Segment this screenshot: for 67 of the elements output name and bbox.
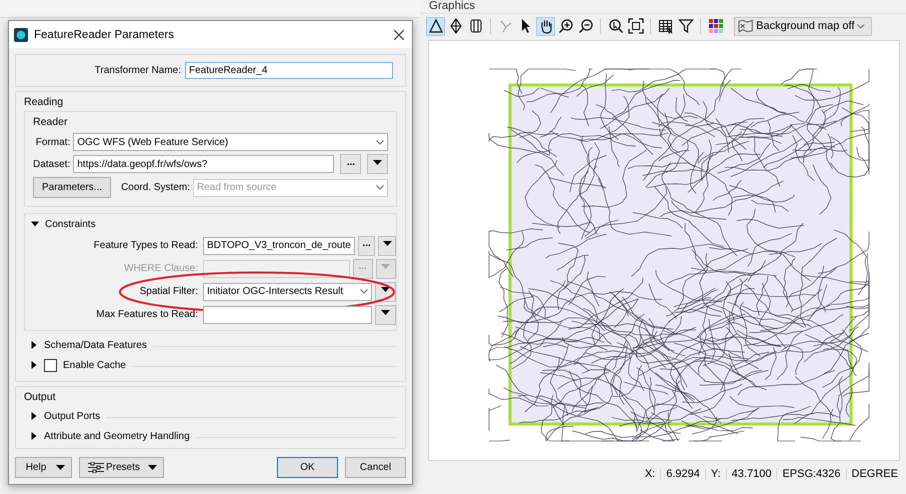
cancel-button[interactable]: Cancel: [345, 457, 406, 478]
close-icon[interactable]: [394, 30, 404, 40]
section-title: Constraints: [45, 218, 96, 230]
app-icon: [14, 28, 28, 42]
map-icon: [738, 19, 754, 33]
x-label: X:: [640, 468, 662, 480]
checkbox[interactable]: [44, 358, 57, 372]
group-title: Output: [24, 390, 56, 405]
caret-icon: [56, 465, 65, 470]
field-label: Transformer Name:: [94, 65, 181, 76]
units-label: DEGREE: [850, 468, 899, 480]
dataset-field[interactable]: https://data.geopf.fr/wfs/ows?: [73, 155, 334, 173]
expanded-triangle-icon[interactable]: [31, 220, 39, 228]
browse-button[interactable]: ...: [358, 236, 376, 256]
collapsed-triangle-icon[interactable]: [30, 361, 38, 369]
y-label: Y:: [706, 468, 727, 480]
help-button[interactable]: Help: [15, 457, 72, 478]
dropdown-arrow-icon: [373, 160, 382, 164]
x-coordinate: 6.9294: [661, 468, 706, 480]
triangle-icon[interactable]: [426, 16, 445, 36]
caret-icon: [148, 465, 157, 470]
ok-button[interactable]: OK: [277, 457, 338, 478]
field-label: WHERE Clause:: [123, 263, 199, 274]
sliders-icon: [88, 462, 104, 473]
field-label: Dataset:: [33, 158, 70, 170]
hand-icon[interactable]: [536, 16, 555, 36]
collapsed-triangle-icon[interactable]: [30, 412, 38, 420]
dropdown-arrow-icon: [381, 287, 390, 292]
format-dropdown[interactable]: OGC WFS (Web Feature Service): [73, 133, 388, 151]
group-title: Reading: [24, 95, 64, 110]
section-title: Output Ports: [44, 410, 100, 422]
chevron-down-icon: [376, 140, 384, 144]
collapsed-triangle-icon[interactable]: [30, 432, 38, 440]
color-grid-icon[interactable]: [706, 16, 725, 36]
dropdown-button[interactable]: [378, 236, 396, 256]
field-label: Spatial Filter:: [138, 286, 199, 297]
text-field[interactable]: [203, 306, 372, 324]
dropdown-arrow-icon: [382, 241, 392, 246]
panel-title: Graphics: [428, 0, 476, 13]
section-title: Enable Cache: [63, 360, 126, 370]
spatial-filter-dropdown[interactable]: Initiator OGC-Intersects Result: [203, 282, 372, 300]
group-title: Reader: [33, 115, 68, 130]
dropdown-arrow-icon: [381, 264, 390, 269]
filter-icon[interactable]: [676, 16, 695, 36]
crs-label: EPSG:4326: [777, 468, 847, 480]
dropdown-button[interactable]: [375, 304, 396, 324]
collapsed-triangle-icon[interactable]: [30, 341, 38, 349]
field-label: Feature Types to Read:: [92, 240, 199, 251]
transformer-name-field[interactable]: FeatureReader_4: [185, 62, 393, 79]
parameters-button[interactable]: Parameters...: [33, 177, 112, 198]
zoom-extent-icon[interactable]: [626, 16, 645, 36]
field-label: Coord. System:: [121, 182, 190, 193]
background-map-dropdown[interactable]: Background map off: [734, 16, 872, 36]
section-title: Schema/Data Features: [44, 340, 147, 350]
dropdown-button[interactable]: [367, 154, 388, 174]
field-label: Format:: [34, 136, 70, 148]
dropdown-arrow-icon: [381, 310, 390, 315]
presets-button[interactable]: Presets: [79, 457, 164, 478]
text-field[interactable]: BDTOPO_V3_troncon_de_route: [203, 236, 355, 254]
chevron-down-icon: [376, 185, 384, 190]
y-coordinate: 43.7100: [726, 468, 778, 480]
chevron-down-icon: [360, 289, 368, 294]
window-title: FeatureReader Parameters: [34, 28, 175, 40]
section-title: Attribute and Geometry Handling: [44, 430, 190, 442]
chevron-down-icon: [857, 24, 865, 28]
browse-button[interactable]: ...: [340, 154, 362, 174]
field-label: Max Features to Read:: [95, 309, 199, 320]
